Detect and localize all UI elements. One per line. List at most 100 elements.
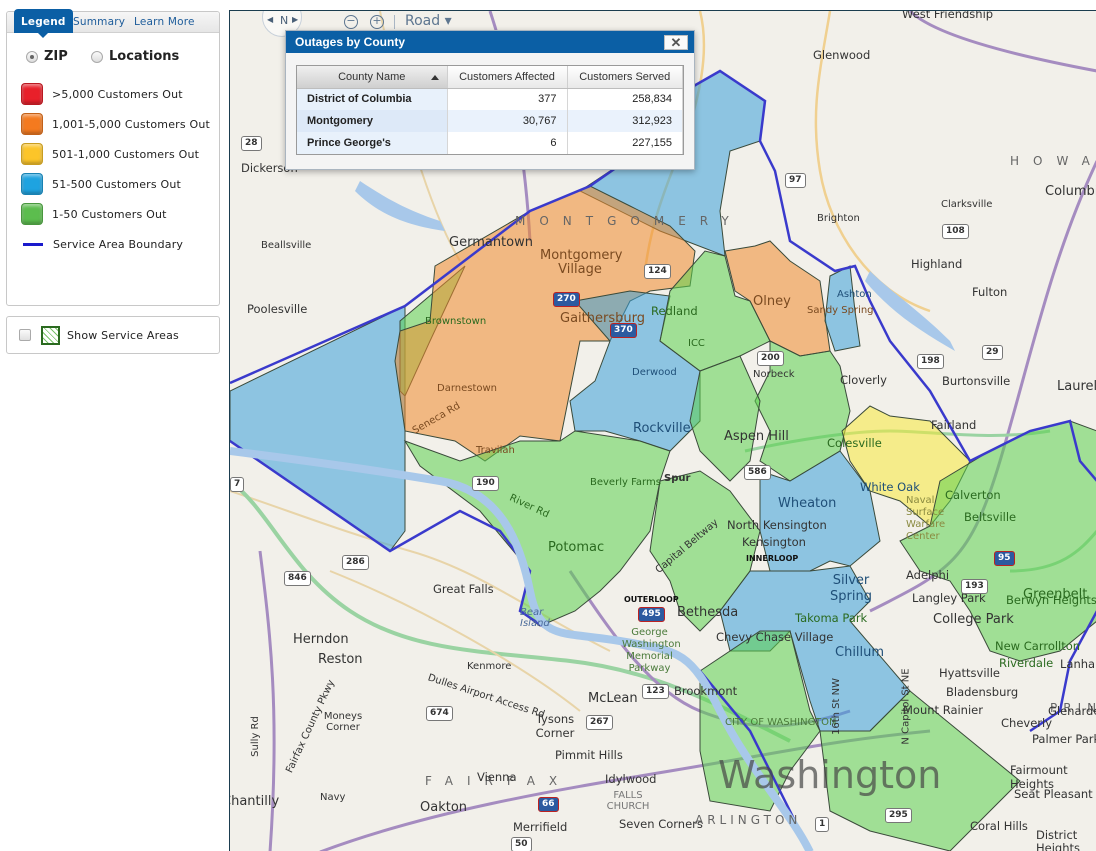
legend-item-1001-5000: 1,001-5,000 Customers Out (21, 113, 210, 135)
zip-radio-option[interactable]: ZIP (26, 49, 68, 64)
road-label: ICC (688, 338, 705, 349)
tab-legend[interactable]: Legend (14, 9, 73, 38)
tab-learn-more[interactable]: Learn More (134, 12, 195, 33)
locations-radio-option[interactable]: Locations (91, 49, 179, 64)
place-label: Brownstown (425, 316, 487, 327)
place-label: Vienna (477, 770, 517, 784)
place-label: Germantown (449, 235, 533, 250)
place-label: Beltsville (964, 510, 1017, 524)
place-label: Cloverly (840, 373, 887, 387)
green-swatch-icon (21, 203, 43, 225)
region-label: HOWARD (1010, 154, 1096, 168)
red-swatch-icon (21, 83, 43, 105)
route-shield: 295 (885, 808, 912, 823)
place-label: Navy (320, 792, 346, 803)
place-label: Bethesda (677, 605, 739, 620)
customers-affected-cell: 377 (447, 88, 568, 110)
place-label: Derwood (632, 367, 677, 378)
place-label: Reston (318, 652, 363, 667)
route-shield: 193 (961, 579, 988, 594)
county-outage-table: County Name Customers Affected Customers… (296, 65, 684, 155)
left-panel: Legend Summary Learn More ZIP Locations … (0, 0, 228, 851)
place-label: Naval Surface Warfare Center (906, 495, 946, 542)
table-row[interactable]: Montgomery 30,767 312,923 (297, 110, 683, 132)
table-row[interactable]: Prince George's 6 227,155 (297, 132, 683, 154)
place-label: Aspen Hill (724, 429, 789, 444)
show-service-areas-checkbox[interactable] (19, 329, 31, 341)
outages-by-county-popup: Outages by County ✕ County Name Customer… (285, 30, 695, 170)
place-label: George Washington Memorial Parkway (622, 627, 681, 674)
place-label: Highland (911, 257, 963, 271)
place-label: City of Washington (725, 717, 837, 728)
place-label: Laurel (1057, 379, 1096, 394)
table-header-row: County Name Customers Affected Customers… (297, 66, 683, 89)
close-button[interactable]: ✕ (664, 35, 688, 50)
zoom-out-button[interactable]: − (344, 15, 358, 29)
place-label: Mount Rainier (903, 703, 983, 717)
place-label: Kenmore (467, 661, 512, 672)
place-label: Olney (753, 294, 791, 309)
route-shield: 97 (785, 173, 806, 188)
place-label: Sandy Spring (807, 305, 874, 316)
route-shield: 586 (744, 465, 771, 480)
place-label: Beverly Farms (590, 477, 661, 488)
pan-left-icon[interactable]: ◀ (267, 15, 273, 24)
county-name-cell: Prince George's (297, 132, 448, 154)
north-indicator: N (280, 14, 289, 27)
column-header-county[interactable]: County Name (297, 66, 448, 89)
route-shield: 1 (815, 817, 830, 832)
road-label: INNERLOOP (746, 554, 799, 563)
tab-summary[interactable]: Summary (73, 12, 125, 33)
route-shield: 190 (472, 476, 499, 491)
route-shield: 674 (426, 706, 453, 721)
place-label: Oakton (420, 800, 468, 815)
place-label: Chantilly (230, 794, 280, 809)
route-shield: 124 (644, 264, 671, 279)
place-label: Lanham (1060, 657, 1096, 671)
blue-swatch-icon (21, 173, 43, 195)
place-label: Coral Hills (970, 819, 1028, 833)
place-label: Glenwood (813, 48, 871, 62)
legend-item-service-boundary: Service Area Boundary (21, 238, 183, 251)
place-label: Poolesville (247, 302, 308, 316)
place-label: Silver Spring (830, 573, 872, 604)
legend-label: 501-1,000 Customers Out (52, 147, 200, 161)
place-label: New Carrollton (995, 639, 1081, 653)
show-service-areas-label[interactable]: Show Service Areas (67, 329, 179, 342)
place-label: Palmer Park (1032, 732, 1096, 746)
place-label: Seven Corners (619, 817, 703, 831)
zone-1-50 (689, 355, 761, 482)
place-label: Wheaton (778, 496, 837, 511)
table-row[interactable]: District of Columbia 377 258,834 (297, 88, 683, 110)
place-label: Glenarden (1048, 704, 1096, 718)
zone-51-500 (230, 305, 406, 552)
map-style-dropdown[interactable]: Road ▾ (405, 13, 452, 29)
zip-radio[interactable] (26, 50, 38, 63)
interstate-shield: 95 (994, 551, 1015, 566)
place-label: Bladensburg (946, 685, 1019, 699)
region-label: ARLINGTON (695, 813, 802, 827)
customers-served-cell: 312,923 (567, 110, 683, 132)
place-label: McLean (588, 691, 638, 706)
legend-label: Service Area Boundary (53, 238, 184, 251)
column-header-served[interactable]: Customers Served (567, 66, 683, 89)
place-label: Takoma Park (795, 611, 868, 625)
legend-label: 1-50 Customers Out (52, 207, 167, 221)
column-header-affected[interactable]: Customers Affected (447, 66, 568, 89)
place-label: Great Falls (433, 582, 494, 596)
locations-radio[interactable] (91, 50, 103, 63)
boundary-line-icon (23, 243, 43, 246)
place-label: Potomac (548, 540, 605, 555)
place-label: Kensington (742, 535, 806, 549)
road-label: Sully Rd (249, 716, 261, 757)
county-name-cell: Montgomery (297, 110, 448, 132)
route-shield: 286 (342, 555, 369, 570)
place-label: Montgomery Village (540, 248, 623, 277)
zip-radio-label: ZIP (44, 49, 68, 64)
zoom-in-button[interactable]: + (370, 15, 384, 29)
yellow-swatch-icon (21, 143, 43, 165)
place-label: Rockville (633, 421, 691, 436)
pan-right-icon[interactable]: ▶ (292, 15, 298, 24)
route-shield: 29 (982, 345, 1003, 360)
region-label: MONTGOMERY (515, 214, 743, 228)
